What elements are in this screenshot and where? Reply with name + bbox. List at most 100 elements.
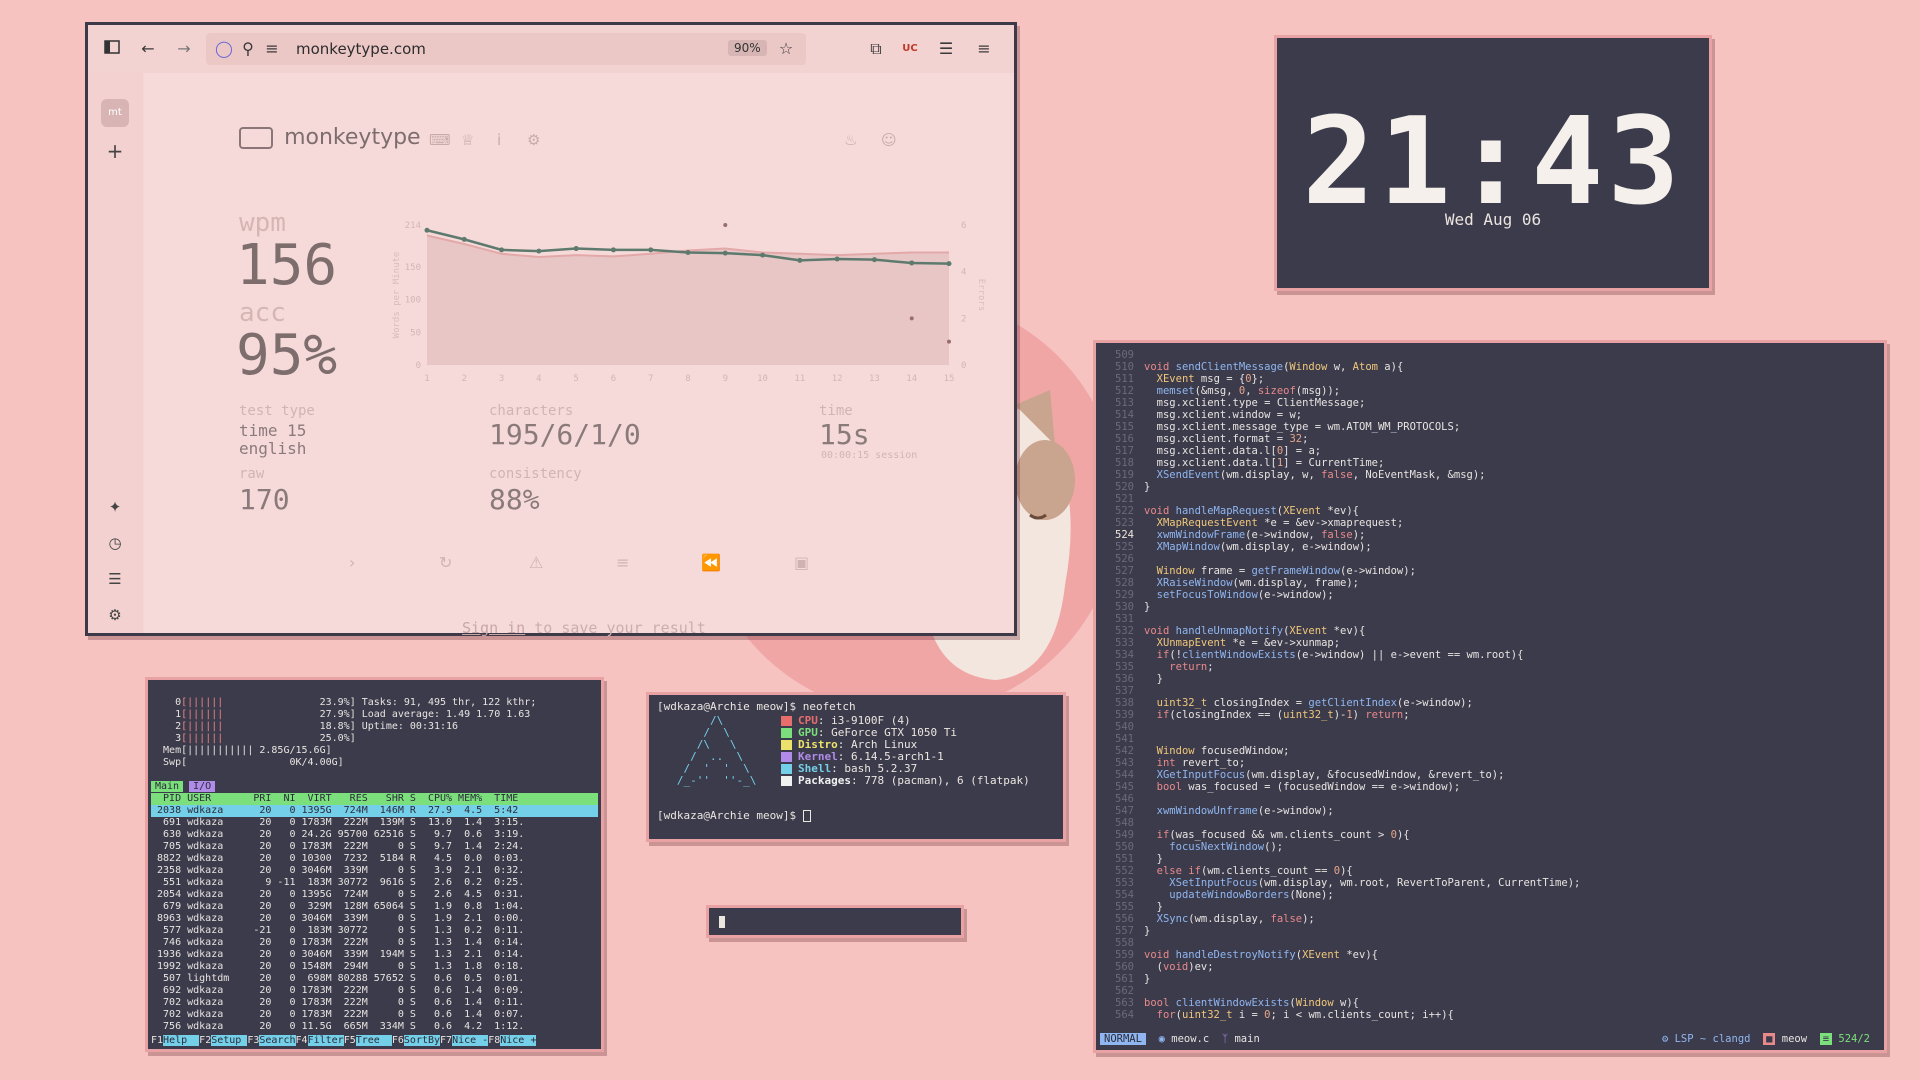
launcher-input[interactable]: [706, 905, 964, 938]
process-row[interactable]: 2054 wdkaza 20 0 1395G 724M 0 S 2.6 4.5 …: [151, 889, 598, 901]
code-line[interactable]: 516 msg.xclient.format = 32;: [1110, 433, 1878, 445]
code-line[interactable]: 517 msg.xclient.data.l[0] = a;: [1110, 445, 1878, 457]
code-line[interactable]: 515 msg.xclient.message_type = wm.ATOM_W…: [1110, 421, 1878, 433]
code-line[interactable]: 546: [1110, 793, 1878, 805]
keyboard-icon[interactable]: ⌨: [429, 131, 451, 149]
code-line[interactable]: 527 Window frame = getFrameWindow(e->win…: [1110, 565, 1878, 577]
code-buffer[interactable]: 509 510 void sendClientMessage(Window w, A…: [1110, 349, 1878, 1021]
bookmark-star-icon[interactable]: ☆: [776, 39, 796, 59]
process-row[interactable]: 2038 wdkaza 20 0 1395G 724M 146M R 27.9 …: [151, 805, 598, 817]
code-line[interactable]: 557}: [1110, 925, 1878, 937]
code-line[interactable]: 549 if(was_focused && wm.clients_count >…: [1110, 829, 1878, 841]
code-line[interactable]: 550 focusNextWindow();: [1110, 841, 1878, 853]
extensions-sidebar-icon[interactable]: ✦: [101, 493, 129, 521]
restart-icon[interactable]: ↻: [439, 553, 452, 572]
neofetch-terminal[interactable]: [wdkaza@Archie meow]$ neofetch /\ / \ /\…: [646, 692, 1066, 842]
code-line[interactable]: 559 void handleDestroyNotify(XEvent *ev){: [1110, 949, 1878, 961]
process-row[interactable]: 691 wdkaza 20 0 1783M 222M 139M S 13.0 1…: [151, 817, 598, 829]
lock-icon[interactable]: ⚲: [238, 39, 258, 59]
code-line[interactable]: 545 bool was_focused = (focusedWindow ==…: [1110, 781, 1878, 793]
code-line[interactable]: 525 XMapWindow(wm.display, e->window);: [1110, 541, 1878, 553]
sign-in-link[interactable]: Sign in: [462, 619, 525, 637]
htop-column-header[interactable]: PID USER PRI NI VIRT RES SHR S CPU% MEM%…: [151, 793, 598, 805]
code-line[interactable]: 552 else if(wm.clients_count == 0){: [1110, 865, 1878, 877]
process-row[interactable]: 1936 wdkaza 20 0 3046M 339M 194M S 1.3 2…: [151, 949, 598, 961]
monkeytype-logo[interactable]: monkeytype: [239, 125, 421, 150]
code-line[interactable]: 529 setFocusToWindow(e->window);: [1110, 589, 1878, 601]
code-line[interactable]: 558: [1110, 937, 1878, 949]
function-key-action[interactable]: Filter: [307, 1035, 344, 1046]
code-line[interactable]: 509: [1110, 349, 1878, 361]
process-row[interactable]: 2358 wdkaza 20 0 3046M 339M 0 S 3.9 2.1 …: [151, 865, 598, 877]
add-tab-button[interactable]: +: [101, 137, 129, 165]
code-line[interactable]: 535 return;: [1110, 661, 1878, 673]
crown-icon[interactable]: ♕: [461, 131, 474, 149]
process-row[interactable]: 8963 wdkaza 20 0 3046M 339M 0 S 1.9 2.1 …: [151, 913, 598, 925]
function-key-action[interactable]: Nice -: [452, 1035, 489, 1046]
words-history-icon[interactable]: ≡: [616, 553, 629, 572]
code-line[interactable]: 534 if(!clientWindowExists(e->window) ||…: [1110, 649, 1878, 661]
code-line[interactable]: 556 XSync(wm.display, false);: [1110, 913, 1878, 925]
tab-io[interactable]: I/O: [189, 781, 216, 792]
code-line[interactable]: 560 (void)ev;: [1110, 961, 1878, 973]
user-icon[interactable]: ☺: [881, 131, 897, 149]
settings-icon[interactable]: ⚙: [527, 131, 540, 149]
code-line[interactable]: 520}: [1110, 481, 1878, 493]
zoom-badge[interactable]: 90%: [728, 40, 767, 56]
code-line[interactable]: 511 XEvent msg = {0};: [1110, 373, 1878, 385]
code-line[interactable]: 536 }: [1110, 673, 1878, 685]
process-row[interactable]: 702 wdkaza 20 0 1783M 222M 0 S 0.6 1.4 0…: [151, 1009, 598, 1021]
process-row[interactable]: 1992 wdkaza 20 0 1548M 294M 0 S 1.3 1.8 …: [151, 961, 598, 973]
code-line[interactable]: 540: [1110, 721, 1878, 733]
code-line[interactable]: 539 if(closingIndex == (uint32_t)-1) ret…: [1110, 709, 1878, 721]
code-line[interactable]: 553 XSetInputFocus(wm.display, wm.root, …: [1110, 877, 1878, 889]
code-line[interactable]: 530}: [1110, 601, 1878, 613]
code-editor[interactable]: 509 510 void sendClientMessage(Window w, A…: [1093, 340, 1887, 1053]
code-line[interactable]: 522 void handleMapRequest(XEvent *ev){: [1110, 505, 1878, 517]
replay-icon[interactable]: ⏪: [701, 553, 721, 572]
sidebar-toggle-icon[interactable]: [102, 39, 122, 59]
history-icon[interactable]: ◷: [101, 529, 129, 557]
code-line[interactable]: 521: [1110, 493, 1878, 505]
process-row[interactable]: 692 wdkaza 20 0 1783M 222M 0 S 0.6 1.4 0…: [151, 985, 598, 997]
code-line[interactable]: 541: [1110, 733, 1878, 745]
process-row[interactable]: 507 lightdm 20 0 698M 80288 57652 S 0.6 …: [151, 973, 598, 985]
shell-prompt-current[interactable]: [wdkaza@Archie meow]$: [657, 810, 811, 822]
code-line[interactable]: 531: [1110, 613, 1878, 625]
forward-arrow-icon[interactable]: →: [174, 39, 194, 59]
code-line[interactable]: 528 XRaiseWindow(wm.display, frame);: [1110, 577, 1878, 589]
url-bar[interactable]: ◯ ⚲ ≡ monkeytype.com 90% ☆: [206, 33, 806, 65]
monkeytype-tab-icon[interactable]: mt: [101, 99, 129, 127]
code-line[interactable]: 548: [1110, 817, 1878, 829]
next-test-icon[interactable]: ›: [349, 553, 355, 572]
process-row[interactable]: 702 wdkaza 20 0 1783M 222M 0 S 0.6 1.4 0…: [151, 997, 598, 1009]
code-line[interactable]: 537: [1110, 685, 1878, 697]
process-row[interactable]: 551 wdkaza 9 -11 183M 30772 9616 S 2.6 0…: [151, 877, 598, 889]
code-line[interactable]: 519 XSendEvent(wm.display, w, false, NoE…: [1110, 469, 1878, 481]
code-line[interactable]: 555 }: [1110, 901, 1878, 913]
function-key-action[interactable]: SortBy: [403, 1035, 441, 1046]
code-line[interactable]: 526: [1110, 553, 1878, 565]
code-line[interactable]: 518 msg.xclient.data.l[1] = CurrentTime;: [1110, 457, 1878, 469]
process-row[interactable]: 746 wdkaza 20 0 1783M 222M 0 S 1.3 1.4 0…: [151, 937, 598, 949]
code-line[interactable]: 564 for(uint32_t i = 0; i < wm.clients_c…: [1110, 1009, 1878, 1021]
code-line[interactable]: 510 void sendClientMessage(Window w, Atom…: [1110, 361, 1878, 373]
url-text[interactable]: monkeytype.com: [296, 40, 426, 58]
code-line[interactable]: 562: [1110, 985, 1878, 997]
process-row[interactable]: 705 wdkaza 20 0 1783M 222M 0 S 9.7 1.4 2…: [151, 841, 598, 853]
bell-icon[interactable]: ♨: [844, 131, 857, 149]
code-line[interactable]: 543 int revert_to;: [1110, 757, 1878, 769]
process-row[interactable]: 679 wdkaza 20 0 329M 128M 65064 S 1.9 0.…: [151, 901, 598, 913]
back-arrow-icon[interactable]: ←: [138, 39, 158, 59]
info-icon[interactable]: i: [497, 131, 501, 149]
code-line[interactable]: 523 XMapRequestEvent *e = &ev->xmapreque…: [1110, 517, 1878, 529]
code-line[interactable]: 524 xwmWindowFrame(e->window, false);: [1110, 529, 1878, 541]
code-line[interactable]: 512 memset(&msg, 0, sizeof(msg));: [1110, 385, 1878, 397]
function-key-action[interactable]: Help: [163, 1035, 200, 1046]
code-line[interactable]: 542 Window focusedWindow;: [1110, 745, 1878, 757]
screenshot-icon[interactable]: ▣: [794, 553, 809, 572]
code-line[interactable]: 551 }: [1110, 853, 1878, 865]
htop-terminal[interactable]: 0[|||||| 23.9%] Tasks: 91, 495 thr, 122 …: [145, 677, 604, 1052]
warning-icon[interactable]: ⚠: [529, 553, 543, 572]
function-key-action[interactable]: Setup: [211, 1035, 248, 1046]
